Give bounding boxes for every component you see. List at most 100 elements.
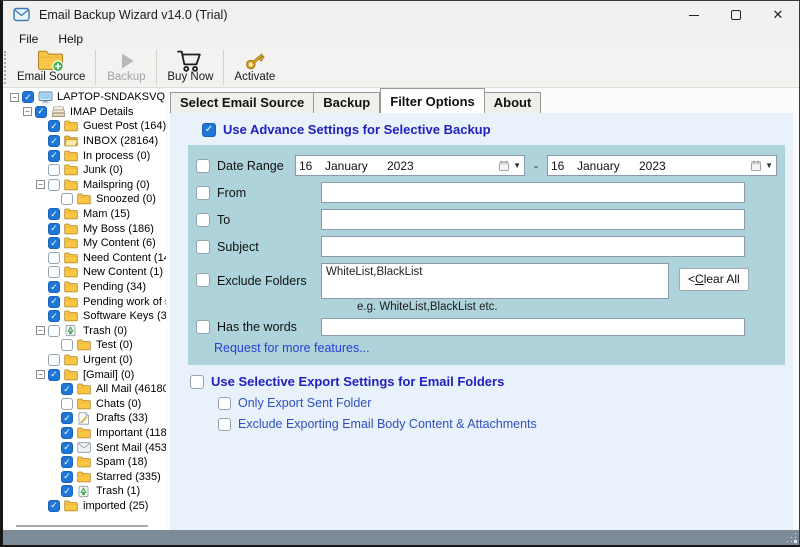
tree-item-checkbox[interactable] (61, 339, 73, 351)
tree-item-checkbox[interactable]: ✓ (48, 208, 60, 220)
tree-item[interactable]: ✓imported (25) (8, 499, 166, 514)
export-settings-checkbox[interactable] (190, 375, 204, 389)
tree-item[interactable]: Junk (0) (8, 163, 166, 178)
tab-select-email-source[interactable]: Select Email Source (170, 92, 314, 113)
tree-item[interactable]: ✓Sent Mail (4538) (8, 440, 166, 455)
from-input[interactable] (321, 182, 745, 203)
tree-item-checkbox[interactable] (48, 266, 60, 278)
activate-button[interactable]: Activate (227, 48, 282, 87)
date-end-picker[interactable]: 16 January 2023 ▼ (547, 155, 777, 176)
collapse-icon[interactable]: − (23, 107, 32, 116)
tree-item[interactable]: ✓Software Keys (36) (8, 309, 166, 324)
tree-item[interactable]: Chats (0) (8, 396, 166, 411)
tree-item-checkbox[interactable]: ✓ (48, 296, 60, 308)
backup-button[interactable]: Backup (99, 48, 153, 87)
tree-item-checkbox[interactable]: ✓ (48, 500, 60, 512)
tree-item-checkbox[interactable] (48, 252, 60, 264)
email-source-button[interactable]: Email Source (10, 48, 92, 87)
tree-item[interactable]: ✓Guest Post (164) (8, 119, 166, 134)
to-checkbox[interactable] (196, 213, 210, 227)
dropdown-arrow-icon[interactable]: ▼ (765, 161, 773, 170)
tree-item-checkbox[interactable]: ✓ (22, 91, 34, 103)
collapse-icon[interactable]: − (36, 370, 45, 379)
to-input[interactable] (321, 209, 745, 230)
tree-item[interactable]: −✓[Gmail] (0) (8, 367, 166, 382)
minimize-button[interactable] (673, 1, 715, 29)
tree-item-checkbox[interactable]: ✓ (48, 369, 60, 381)
export-option-checkbox[interactable] (218, 418, 231, 431)
clear-all-button[interactable]: <Clear All (679, 268, 749, 291)
tree-item[interactable]: ✓Mam (15) (8, 207, 166, 222)
tree-item-checkbox[interactable] (48, 354, 60, 366)
tree-item-checkbox[interactable] (61, 398, 73, 410)
tree-item-checkbox[interactable]: ✓ (48, 237, 60, 249)
tree-item-checkbox[interactable]: ✓ (48, 120, 60, 132)
tree-item[interactable]: ✓Important (11874) (8, 426, 166, 441)
tree-item[interactable]: −Trash (0) (8, 324, 166, 339)
has-words-checkbox[interactable] (196, 320, 210, 334)
tree-item[interactable]: ✓Pending (34) (8, 280, 166, 295)
tree-item-checkbox[interactable]: ✓ (35, 106, 47, 118)
exclude-folders-checkbox[interactable] (196, 273, 210, 287)
tree-item[interactable]: Snoozed (0) (8, 192, 166, 207)
tree-item-checkbox[interactable]: ✓ (48, 135, 60, 147)
maximize-button[interactable] (715, 1, 757, 29)
tree-item-checkbox[interactable]: ✓ (61, 427, 73, 439)
tree-item-checkbox[interactable]: ✓ (61, 383, 73, 395)
from-checkbox[interactable] (196, 186, 210, 200)
tree-item-checkbox[interactable]: ✓ (61, 412, 73, 424)
subject-checkbox[interactable] (196, 240, 210, 254)
date-range-checkbox[interactable] (196, 159, 210, 173)
subject-input[interactable] (321, 236, 745, 257)
menu-bar: FileHelp (3, 29, 799, 48)
buy-now-button[interactable]: Buy Now (160, 48, 220, 87)
tree-item[interactable]: ✓Drafts (33) (8, 411, 166, 426)
tree-item[interactable]: ✓Starred (335) (8, 469, 166, 484)
tree-item[interactable]: ✓Trash (1) (8, 484, 166, 499)
tree-item-checkbox[interactable]: ✓ (48, 310, 60, 322)
tree-item-checkbox[interactable]: ✓ (48, 223, 60, 235)
tree-item-checkbox[interactable]: ✓ (61, 442, 73, 454)
collapse-icon[interactable]: − (10, 93, 19, 102)
tree-item-checkbox[interactable]: ✓ (61, 485, 73, 497)
tree-item-checkbox[interactable] (48, 164, 60, 176)
tree-item[interactable]: ✓My Boss (186) (8, 221, 166, 236)
tree-item-checkbox[interactable]: ✓ (61, 471, 73, 483)
tree-item[interactable]: −✓LAPTOP-SNDAKSVQ (8, 90, 166, 105)
tab-about[interactable]: About (485, 92, 542, 113)
tree-item[interactable]: Test (0) (8, 338, 166, 353)
close-button[interactable]: ✕ (757, 1, 799, 29)
tree-item[interactable]: ✓Spam (18) (8, 455, 166, 470)
tree-item[interactable]: ✓All Mail (46180) (8, 382, 166, 397)
tree-item[interactable]: ✓My Content (6) (8, 236, 166, 251)
tree-horizontal-scrollbar[interactable] (16, 525, 148, 527)
exclude-folders-input[interactable]: WhiteList,BlackList (321, 263, 669, 299)
tree-item-checkbox[interactable] (48, 179, 60, 191)
resize-grip-icon[interactable] (795, 541, 796, 542)
tree-item[interactable]: −Mailspring (0) (8, 178, 166, 193)
collapse-icon[interactable]: − (36, 180, 45, 189)
tree-item[interactable]: Need Content (14) (8, 251, 166, 266)
date-start-picker[interactable]: 16 January 2023 ▼ (295, 155, 525, 176)
advance-settings-checkbox[interactable]: ✓ (202, 123, 216, 137)
tree-item[interactable]: −✓IMAP Details (8, 105, 166, 120)
menu-item-help[interactable]: Help (48, 32, 93, 46)
tree-item[interactable]: ✓INBOX (28164) (8, 134, 166, 149)
tree-item-checkbox[interactable]: ✓ (61, 456, 73, 468)
tree-item[interactable]: Urgent (0) (8, 353, 166, 368)
tree-item[interactable]: New Content (1) (8, 265, 166, 280)
tree-item-checkbox[interactable]: ✓ (48, 150, 60, 162)
request-features-link[interactable]: Request for more features... (214, 341, 370, 355)
tab-backup[interactable]: Backup (314, 92, 380, 113)
tab-filter-options[interactable]: Filter Options (380, 88, 485, 113)
tree-item-checkbox[interactable] (48, 325, 60, 337)
tree-item[interactable]: ✓Pending work of sir ( (8, 294, 166, 309)
dropdown-arrow-icon[interactable]: ▼ (513, 161, 521, 170)
tree-item-checkbox[interactable]: ✓ (48, 281, 60, 293)
menu-item-file[interactable]: File (9, 32, 48, 46)
export-option-checkbox[interactable] (218, 397, 231, 410)
tree-item-checkbox[interactable] (61, 193, 73, 205)
tree-item[interactable]: ✓In process (0) (8, 148, 166, 163)
has-words-input[interactable] (321, 318, 745, 336)
collapse-icon[interactable]: − (36, 326, 45, 335)
